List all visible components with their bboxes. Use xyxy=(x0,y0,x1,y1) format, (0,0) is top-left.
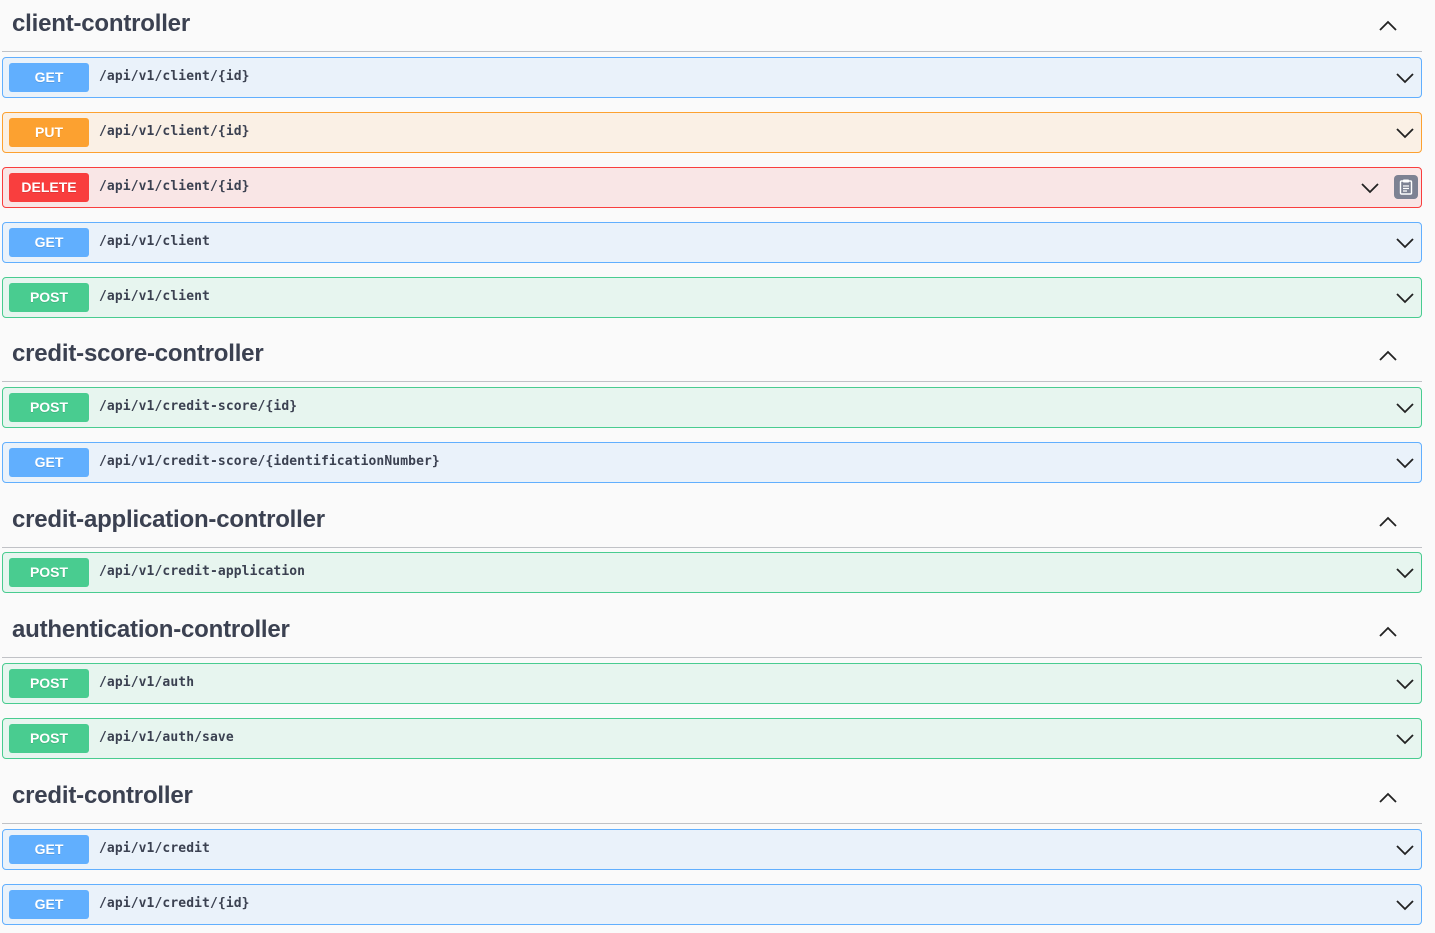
chevron-up-icon[interactable] xyxy=(1376,344,1400,368)
operation-row[interactable]: GET /api/v1/credit xyxy=(2,829,1422,870)
method-badge: DELETE xyxy=(9,173,89,202)
tag-header[interactable]: credit-application-controller xyxy=(2,496,1422,548)
chevron-down-icon[interactable] xyxy=(1359,177,1381,199)
endpoint-path: /api/v1/credit-score/{identificationNumb… xyxy=(99,454,440,469)
chevron-down-icon[interactable] xyxy=(1394,122,1416,144)
endpoint-path: /api/v1/client/{id} xyxy=(99,179,250,194)
section-title: client-controller xyxy=(12,10,190,37)
operation-row[interactable]: PUT /api/v1/client/{id} xyxy=(2,112,1422,153)
method-badge: POST xyxy=(9,558,89,587)
chevron-down-icon[interactable] xyxy=(1394,232,1416,254)
chevron-down-icon[interactable] xyxy=(1394,287,1416,309)
method-badge: GET xyxy=(9,835,89,864)
endpoint-path: /api/v1/credit/{id} xyxy=(99,896,250,911)
operation-row[interactable]: GET /api/v1/credit-score/{identification… xyxy=(2,442,1422,483)
endpoint-path: /api/v1/auth xyxy=(99,675,195,690)
operation-row[interactable]: POST /api/v1/credit-application xyxy=(2,552,1422,593)
method-badge: PUT xyxy=(9,118,89,147)
tag-header[interactable]: credit-score-controller xyxy=(2,330,1422,382)
method-badge: GET xyxy=(9,228,89,257)
operation-row[interactable]: POST /api/v1/credit-score/{id} xyxy=(2,387,1422,428)
method-badge: GET xyxy=(9,448,89,477)
method-badge: POST xyxy=(9,283,89,312)
chevron-down-icon[interactable] xyxy=(1394,452,1416,474)
operation-row[interactable]: GET /api/v1/client xyxy=(2,222,1422,263)
endpoint-path: /api/v1/credit-application xyxy=(99,564,306,579)
tag-section-credit-controller: credit-controller xyxy=(0,772,1435,824)
section-title: credit-application-controller xyxy=(12,506,325,533)
clipboard-icon[interactable] xyxy=(1394,175,1418,199)
operation-row[interactable]: POST /api/v1/auth xyxy=(2,663,1422,704)
tag-section-credit-score-controller: credit-score-controller xyxy=(0,330,1435,382)
endpoint-path: /api/v1/client/{id} xyxy=(99,124,250,139)
tag-header[interactable]: client-controller xyxy=(2,0,1422,52)
method-badge: POST xyxy=(9,724,89,753)
endpoint-path: /api/v1/credit xyxy=(99,841,210,856)
chevron-down-icon[interactable] xyxy=(1394,839,1416,861)
endpoint-path: /api/v1/client/{id} xyxy=(99,69,250,84)
chevron-down-icon[interactable] xyxy=(1394,728,1416,750)
section-title: authentication-controller xyxy=(12,616,290,643)
tag-section-authentication-controller: authentication-controller xyxy=(0,606,1435,658)
operation-row[interactable]: POST /api/v1/auth/save xyxy=(2,718,1422,759)
section-title: credit-controller xyxy=(12,782,193,809)
section-title: credit-score-controller xyxy=(12,340,264,367)
chevron-down-icon[interactable] xyxy=(1394,673,1416,695)
endpoint-path: /api/v1/auth/save xyxy=(99,730,234,745)
chevron-down-icon[interactable] xyxy=(1394,397,1416,419)
chevron-down-icon[interactable] xyxy=(1394,67,1416,89)
chevron-down-icon[interactable] xyxy=(1394,894,1416,916)
operation-row[interactable]: GET /api/v1/credit/{id} xyxy=(2,884,1422,925)
endpoint-path: /api/v1/credit-score/{id} xyxy=(99,399,298,414)
chevron-down-icon[interactable] xyxy=(1394,562,1416,584)
endpoint-path: /api/v1/client xyxy=(99,234,210,249)
chevron-up-icon[interactable] xyxy=(1376,786,1400,810)
chevron-up-icon[interactable] xyxy=(1376,620,1400,644)
chevron-up-icon[interactable] xyxy=(1376,510,1400,534)
chevron-up-icon[interactable] xyxy=(1376,14,1400,38)
method-badge: GET xyxy=(9,890,89,919)
operation-row[interactable]: DELETE /api/v1/client/{id} xyxy=(2,167,1422,208)
operation-row[interactable]: POST /api/v1/client xyxy=(2,277,1422,318)
method-badge: GET xyxy=(9,63,89,92)
tag-section-client-controller: client-controller xyxy=(0,0,1435,52)
endpoint-path: /api/v1/client xyxy=(99,289,210,304)
tag-header[interactable]: credit-controller xyxy=(2,772,1422,824)
tag-header[interactable]: authentication-controller xyxy=(2,606,1422,658)
method-badge: POST xyxy=(9,393,89,422)
tag-section-credit-application-controller: credit-application-controller xyxy=(0,496,1435,548)
method-badge: POST xyxy=(9,669,89,698)
operation-row[interactable]: GET /api/v1/client/{id} xyxy=(2,57,1422,98)
